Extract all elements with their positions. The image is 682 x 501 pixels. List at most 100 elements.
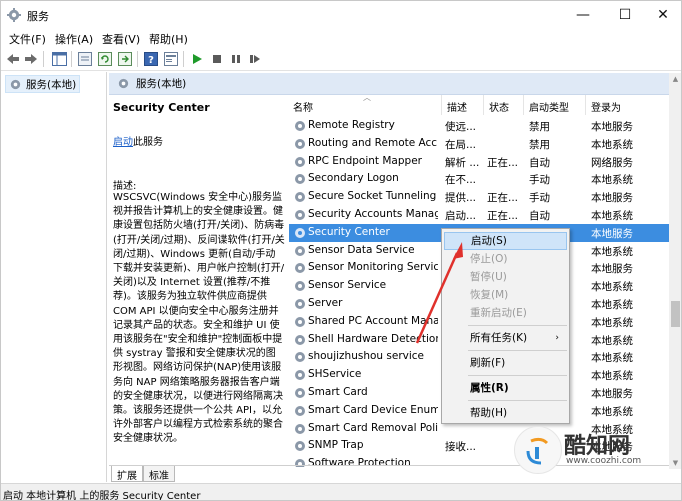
service-row[interactable]: Remote Registry 使远... 禁用 本地服务 [289, 117, 669, 135]
column-description[interactable]: 描述 [447, 99, 467, 114]
service-logon-as: 本地服务 [591, 192, 633, 205]
tree-item-label: 服务(本地) [26, 78, 77, 91]
context-menu-restart[interactable]: 重新启动(E) [444, 304, 567, 322]
service-detail-title: Security Center [113, 101, 210, 114]
context-menu-help-label: 帮助(H) [470, 407, 508, 419]
tab-extended[interactable]: 扩展 [111, 466, 143, 482]
column-divider[interactable] [523, 95, 524, 115]
service-row[interactable]: Secondary Logon 在不... 手动 本地系统 [289, 170, 669, 188]
menu-help[interactable]: 帮助(H) [149, 31, 188, 47]
context-menu-stop[interactable]: 停止(O) [444, 250, 567, 268]
context-menu-resume-label: 恢复(M) [470, 289, 509, 301]
gear-icon [295, 370, 305, 381]
service-name: shoujizhushou service [308, 350, 425, 363]
service-startup-type: 禁用 [529, 121, 550, 133]
context-menu-properties[interactable]: 属性(R) [444, 379, 567, 397]
context-menu-resume[interactable]: 恢复(M) [444, 286, 567, 304]
console-button[interactable] [77, 51, 93, 67]
service-name: RPC Endpoint Mapper [308, 154, 422, 167]
properties-icon [164, 52, 178, 66]
pause-service-button[interactable] [228, 51, 244, 67]
properties-button[interactable] [163, 51, 179, 67]
column-logon-as[interactable]: 登录为 [591, 99, 621, 114]
context-menu-all-tasks-label: 所有任务(K) [470, 332, 528, 344]
gear-icon [295, 138, 305, 149]
restart-icon [250, 55, 260, 63]
back-icon [7, 54, 19, 64]
forward-button[interactable] [23, 51, 39, 67]
services-app-icon [7, 8, 21, 22]
service-logon-as: 本地系统 [591, 174, 633, 187]
column-divider[interactable] [441, 95, 442, 115]
start-service-button[interactable] [189, 51, 205, 67]
minimize-button[interactable]: — [566, 1, 600, 29]
menu-view[interactable]: 查看(V) [102, 31, 140, 47]
column-name[interactable]: 名称 [293, 99, 313, 114]
toolbar-separator [137, 51, 138, 67]
service-row[interactable]: Security Accounts Manag... 启动... 正在... 自动 本地… [289, 206, 669, 224]
service-name: Shared PC Account Mana... [308, 314, 438, 327]
service-description: 接收... [445, 441, 477, 454]
context-menu-stop-label: 停止(O) [470, 253, 508, 265]
start-service-link[interactable]: 启动 [113, 137, 133, 148]
service-logon-as: 网络服务 [591, 156, 633, 169]
console-tree: 服务(本地) [1, 72, 107, 482]
service-logon-as: 本地服务 [591, 387, 633, 400]
watermark-url: www.coozhi.com [566, 456, 642, 466]
context-menu-restart-label: 重新启动(E) [470, 307, 527, 319]
service-status: 正在... [487, 156, 519, 169]
menu-file[interactable]: 文件(F) [9, 31, 46, 47]
restart-service-button[interactable] [247, 51, 263, 67]
context-menu-separator [468, 325, 567, 326]
show-tree-button[interactable] [51, 51, 67, 67]
gear-icon [295, 209, 305, 220]
context-menu-refresh[interactable]: 刷新(F) [444, 354, 567, 372]
context-menu-properties-label: 属性(R) [470, 382, 509, 394]
column-status[interactable]: 状态 [489, 99, 509, 114]
stop-service-button[interactable] [209, 51, 225, 67]
context-menu-separator [468, 400, 567, 401]
service-logon-as: 本地服务 [591, 121, 633, 133]
service-name: Server [308, 296, 343, 309]
service-row[interactable]: Secure Socket Tunneling ... 提供... 正在... 手动 本… [289, 188, 669, 206]
vertical-scrollbar[interactable]: ▲ ▼ [669, 73, 681, 469]
column-startup-type[interactable]: 启动类型 [529, 99, 569, 114]
column-header: ︿ 名称 描述 状态 启动类型 登录为 [289, 95, 669, 115]
column-divider[interactable] [483, 95, 484, 115]
close-button[interactable]: ✕ [646, 1, 680, 29]
toolbar-separator [71, 51, 72, 67]
services-window: 服务 — ☐ ✕ 文件(F) 操作(A) 查看(V) 帮助(H) ? 服务(本地… [0, 0, 682, 501]
service-row[interactable]: RPC Endpoint Mapper 解析 ... 正在... 自动 网络服务 [289, 153, 669, 171]
column-divider[interactable] [585, 95, 586, 115]
maximize-button[interactable]: ☐ [608, 1, 642, 29]
gear-icon [295, 423, 305, 434]
service-startup-type: 手动 [529, 192, 550, 205]
menu-action[interactable]: 操作(A) [55, 31, 93, 47]
service-logon-as: 本地服务 [591, 263, 633, 276]
context-menu-start[interactable]: 启动(S) [444, 232, 567, 250]
scroll-up-icon[interactable]: ▲ [669, 73, 681, 85]
service-logon-as: 本地系统 [591, 405, 633, 418]
gear-icon [295, 245, 305, 256]
scrollbar-thumb[interactable] [671, 301, 680, 327]
gear-icon [295, 281, 305, 292]
help-icon: ? [144, 52, 158, 66]
context-menu-pause[interactable]: 暂停(U) [444, 268, 567, 286]
tab-standard[interactable]: 标准 [143, 466, 175, 482]
service-name: Secondary Logon [308, 172, 399, 185]
tree-item-services-local[interactable]: 服务(本地) [5, 75, 81, 93]
context-menu-pause-label: 暂停(U) [470, 271, 507, 283]
service-row[interactable]: Routing and Remote Acc... 在局... 禁用 本地系统 [289, 135, 669, 153]
back-button[interactable] [5, 51, 21, 67]
service-description: 在局... [445, 138, 477, 151]
export-button[interactable] [117, 51, 133, 67]
context-menu-separator [468, 375, 567, 376]
service-startup-type: 自动 [529, 156, 550, 169]
help-button[interactable]: ? [143, 51, 159, 67]
context-menu-help[interactable]: 帮助(H) [444, 404, 567, 422]
refresh-button[interactable] [97, 51, 113, 67]
menu-bar: 文件(F) 操作(A) 查看(V) 帮助(H) [1, 29, 681, 47]
context-menu-all-tasks[interactable]: 所有任务(K) › [444, 329, 567, 347]
service-description: 解析 ... [445, 156, 480, 169]
gear-icon [295, 387, 305, 398]
